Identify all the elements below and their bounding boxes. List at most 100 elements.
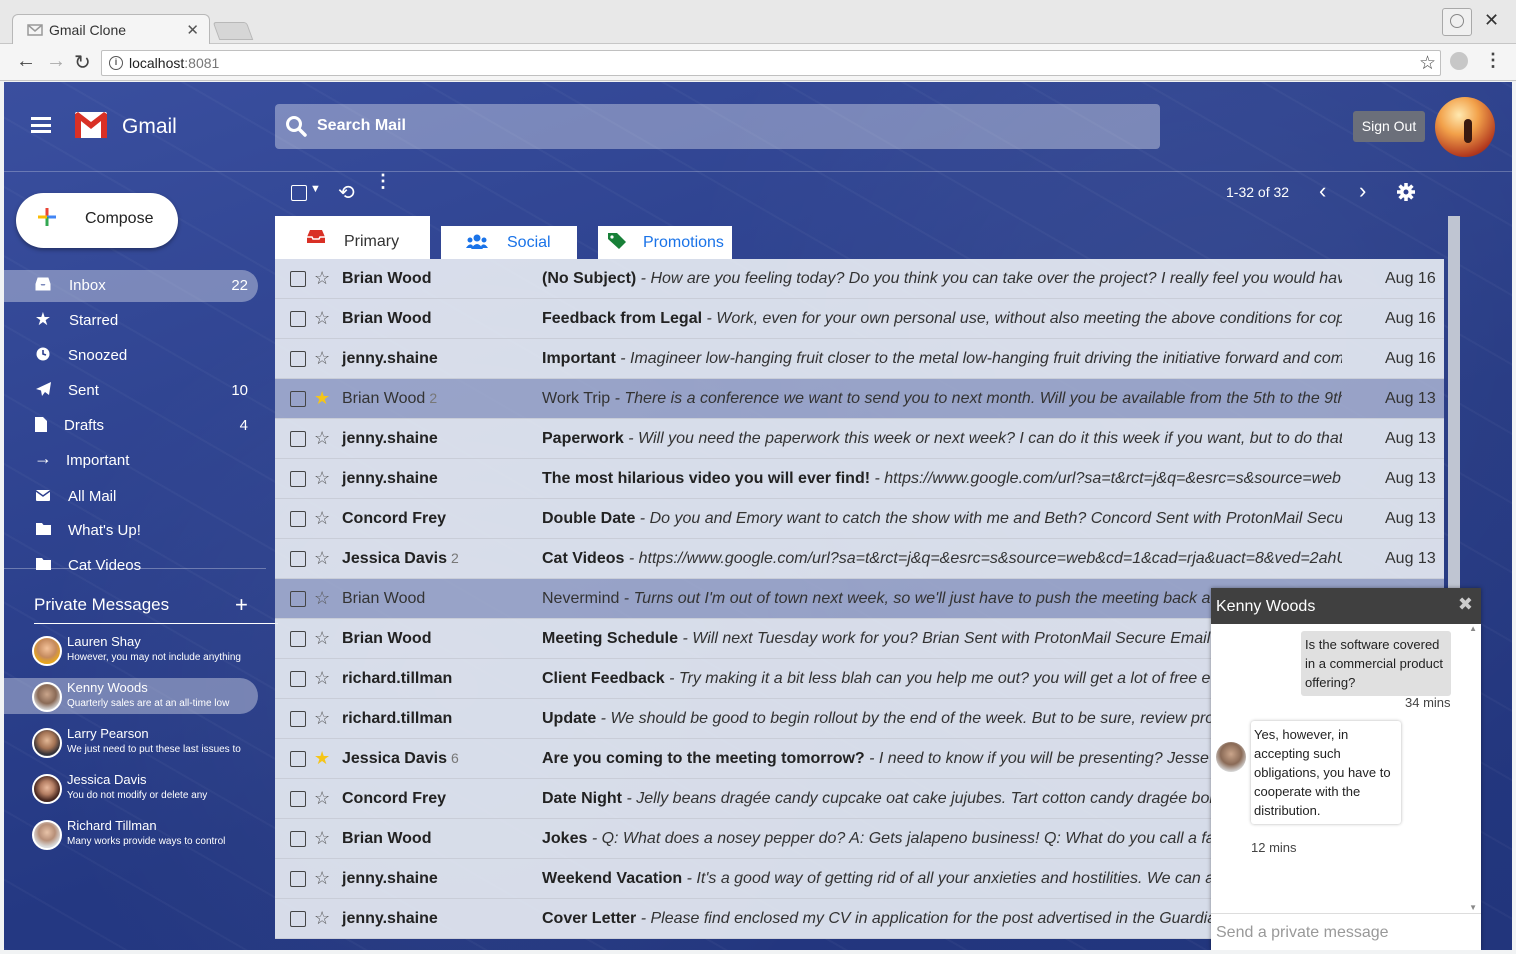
email-row[interactable]: ☆ Jessica Davis 2 Cat Videos - https://www.…: [275, 539, 1444, 579]
email-checkbox[interactable]: [290, 911, 306, 927]
sidebar-item-snoozed[interactable]: Snoozed: [4, 340, 258, 372]
sidebar-item-all-mail[interactable]: All Mail: [4, 481, 258, 513]
email-checkbox[interactable]: [290, 391, 306, 407]
refresh-icon[interactable]: ⟲: [338, 180, 355, 205]
email-sender: Jessica Davis 2: [342, 550, 459, 567]
chevron-left-icon[interactable]: ‹: [1319, 178, 1326, 204]
scroll-down-icon[interactable]: ▼: [1469, 903, 1477, 912]
chevron-right-icon[interactable]: ›: [1359, 178, 1366, 204]
star-icon[interactable]: ★: [314, 388, 330, 409]
email-checkbox[interactable]: [290, 871, 306, 887]
email-checkbox[interactable]: [290, 551, 306, 567]
info-icon[interactable]: i: [109, 56, 123, 70]
sign-out-button[interactable]: Sign Out: [1353, 111, 1425, 142]
close-icon[interactable]: ✖: [1458, 594, 1473, 615]
select-all-checkbox[interactable]: [291, 185, 307, 201]
email-checkbox[interactable]: [290, 471, 306, 487]
email-checkbox[interactable]: [290, 431, 306, 447]
star-icon[interactable]: ☆: [314, 828, 330, 849]
browser-menu-icon[interactable]: ⋮: [1484, 50, 1502, 71]
email-checkbox[interactable]: [290, 751, 306, 767]
email-sender: Concord Frey: [342, 510, 447, 527]
back-icon[interactable]: ←: [16, 50, 36, 73]
sidebar-nav: Inbox 22 ★ Starred Snoozed Sent 10 Draft…: [4, 270, 266, 572]
email-snippet: - Will next Tuesday work for you? Brian …: [678, 630, 1211, 647]
browser-tab[interactable]: Gmail Clone ✕: [12, 14, 210, 45]
email-row[interactable]: ★ Brian Wood 2 Work Trip - There is a confe…: [275, 379, 1444, 419]
email-checkbox[interactable]: [290, 511, 306, 527]
sidebar-item-inbox[interactable]: Inbox 22: [4, 270, 258, 302]
chat-contact-name: Kenny Woods: [1216, 598, 1316, 615]
compose-button[interactable]: Compose: [16, 193, 178, 248]
chat-messages[interactable]: ▲ Is the software covered in a commercia…: [1211, 624, 1481, 912]
star-icon[interactable]: ☆: [314, 908, 330, 929]
star-icon[interactable]: ☆: [314, 548, 330, 569]
contact-item-richard-tillman[interactable]: Richard Tillman Many works provide ways …: [4, 816, 258, 852]
reload-icon[interactable]: ↻: [74, 50, 91, 75]
new-tab-button[interactable]: [212, 22, 254, 40]
contact-snippet: However, you may not include anything: [67, 652, 241, 663]
email-checkbox[interactable]: [290, 671, 306, 687]
email-checkbox[interactable]: [290, 271, 306, 287]
search-input[interactable]: Search Mail: [317, 117, 406, 135]
contact-item-larry-pearson[interactable]: Larry Pearson We just need to put these …: [4, 724, 258, 760]
email-checkbox[interactable]: [290, 311, 306, 327]
email-checkbox[interactable]: [290, 831, 306, 847]
email-row[interactable]: ☆ Brian Wood Feedback from Legal - Work, e…: [275, 299, 1444, 339]
scroll-up-icon[interactable]: ▲: [1469, 624, 1477, 633]
tab-close-icon[interactable]: ✕: [186, 21, 199, 39]
tab-primary[interactable]: Primary: [275, 216, 430, 259]
star-icon[interactable]: ☆: [314, 428, 330, 449]
more-options-icon[interactable]: ⋮: [374, 172, 392, 190]
menu-icon[interactable]: [31, 117, 51, 133]
contact-item-jessica-davis[interactable]: Jessica Davis You do not modify or delet…: [4, 770, 258, 806]
private-message-input[interactable]: [1216, 922, 1471, 944]
bookmark-star-icon[interactable]: ☆: [1419, 52, 1436, 75]
search-icon[interactable]: [285, 115, 307, 137]
star-icon[interactable]: ☆: [314, 868, 330, 889]
tab-promotions[interactable]: Promotions: [598, 226, 732, 259]
select-caret-icon[interactable]: ▼: [310, 183, 321, 195]
sidebar-item-whats-up[interactable]: What's Up!: [4, 515, 258, 547]
arrow-right-icon: →: [34, 448, 52, 468]
star-icon[interactable]: ☆: [314, 588, 330, 609]
email-row[interactable]: ☆ jenny.shaine Paperwork - Will you need t…: [275, 419, 1444, 459]
star-icon[interactable]: ☆: [314, 308, 330, 329]
email-checkbox[interactable]: [290, 351, 306, 367]
star-icon[interactable]: ☆: [314, 508, 330, 529]
email-checkbox[interactable]: [290, 711, 306, 727]
extension-icon[interactable]: [1450, 52, 1468, 70]
email-checkbox[interactable]: [290, 631, 306, 647]
email-row[interactable]: ☆ jenny.shaine The most hilarious video yo…: [275, 459, 1444, 499]
tab-social[interactable]: Social: [441, 226, 577, 259]
email-row[interactable]: ☆ jenny.shaine Important - Imagineer low-h…: [275, 339, 1444, 379]
profile-button[interactable]: [1442, 8, 1472, 36]
window-close-icon[interactable]: ✕: [1484, 10, 1499, 31]
email-checkbox[interactable]: [290, 591, 306, 607]
star-icon[interactable]: ☆: [314, 468, 330, 489]
email-checkbox[interactable]: [290, 791, 306, 807]
sidebar-divider: [4, 568, 266, 569]
forward-icon[interactable]: →: [46, 50, 66, 73]
user-avatar[interactable]: [1435, 97, 1495, 157]
contact-item-lauren-shay[interactable]: Lauren Shay However, you may not include…: [4, 632, 258, 668]
star-icon[interactable]: ☆: [314, 668, 330, 689]
email-row[interactable]: ☆ Concord Frey Double Date - Do you and Em…: [275, 499, 1444, 539]
star-icon[interactable]: ☆: [314, 628, 330, 649]
sidebar-item-sent[interactable]: Sent 10: [4, 375, 258, 407]
star-icon[interactable]: ☆: [314, 708, 330, 729]
star-icon[interactable]: ☆: [314, 788, 330, 809]
add-contact-icon[interactable]: +: [235, 592, 248, 618]
sidebar-item-starred[interactable]: ★ Starred: [4, 305, 258, 337]
gear-icon[interactable]: [1396, 182, 1416, 202]
star-icon[interactable]: ☆: [314, 268, 330, 289]
address-bar[interactable]: i localhost:8081 ☆: [101, 50, 1441, 76]
star-icon[interactable]: ★: [314, 748, 330, 769]
email-sender: jenny.shaine: [342, 430, 438, 447]
search-bar[interactable]: Search Mail: [275, 104, 1160, 149]
sidebar-item-drafts[interactable]: Drafts 4: [4, 410, 258, 442]
email-row[interactable]: ☆ Brian Wood (No Subject) - How are you fe…: [275, 259, 1444, 299]
star-icon[interactable]: ☆: [314, 348, 330, 369]
sidebar-item-important[interactable]: → Important: [4, 445, 258, 477]
contact-item-kenny-woods[interactable]: Kenny Woods Quarterly sales are at an al…: [4, 678, 258, 714]
